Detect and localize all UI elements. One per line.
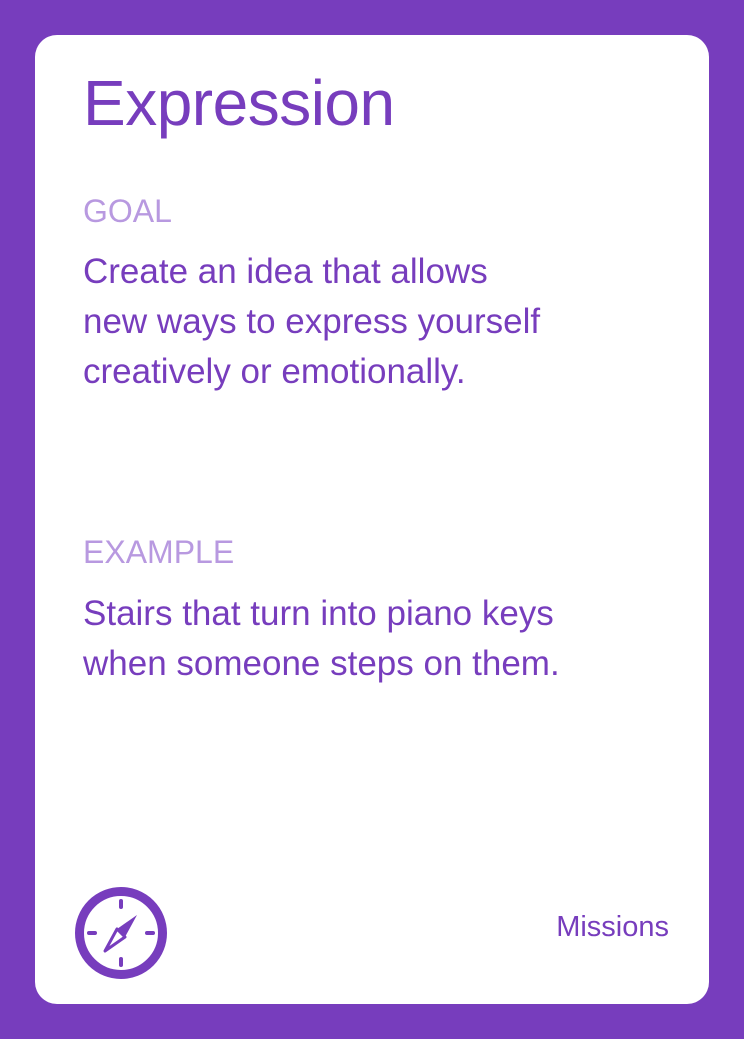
mission-card: Expression GOAL Create an idea that allo… <box>35 35 709 1004</box>
goal-label: GOAL <box>83 193 172 229</box>
card-title: Expression <box>83 67 395 139</box>
compass-icon <box>75 887 167 979</box>
category-label: Missions <box>556 911 669 943</box>
example-text: Stairs that turn into piano keys when so… <box>83 594 560 683</box>
goal-text: Create an idea that allows new ways to e… <box>83 252 541 391</box>
example-label: EXAMPLE <box>83 534 235 570</box>
